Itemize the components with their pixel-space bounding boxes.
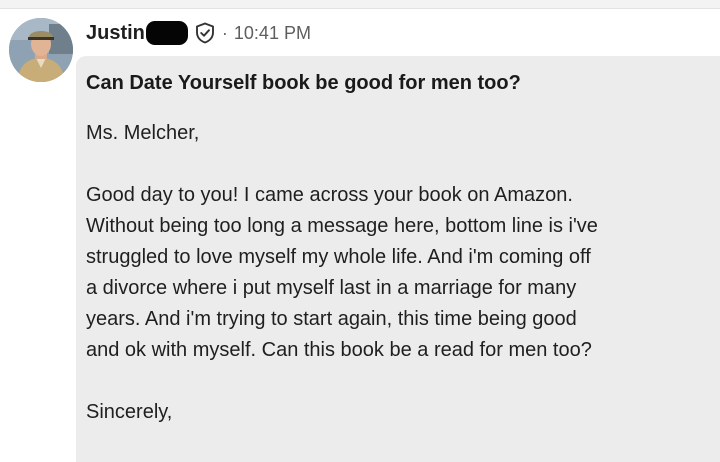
redaction-mark [145, 21, 188, 45]
message-header: Justin · 10:41 PM [86, 20, 311, 46]
body-line: years. And i'm trying to start again, th… [86, 308, 577, 330]
message-body: Ms. Melcher, Good day to you! I came acr… [86, 118, 706, 428]
body-line: and ok with myself. Can this book be a r… [86, 339, 592, 361]
body-line: a divorce where i put myself last in a m… [86, 277, 577, 299]
body-line: Good day to you! I came across your book… [86, 184, 573, 206]
salutation: Ms. Melcher, [86, 122, 200, 144]
avatar[interactable] [9, 18, 73, 82]
timestamp: 10:41 PM [233, 22, 311, 43]
body-line: struggled to love myself my whole life. … [86, 246, 591, 268]
message-subject: Can Date Yourself book be good for men t… [86, 72, 521, 94]
sender-name[interactable]: Justin [86, 22, 145, 45]
shield-check-icon [194, 22, 216, 44]
message-bubble: Can Date Yourself book be good for men t… [76, 56, 720, 462]
separator-dot: · [221, 22, 228, 43]
closing: Sincerely, [86, 401, 173, 423]
body-line: Without being too long a message here, b… [86, 215, 598, 237]
message-item: Justin · 10:41 PM Can Date Yourself book… [0, 8, 720, 462]
